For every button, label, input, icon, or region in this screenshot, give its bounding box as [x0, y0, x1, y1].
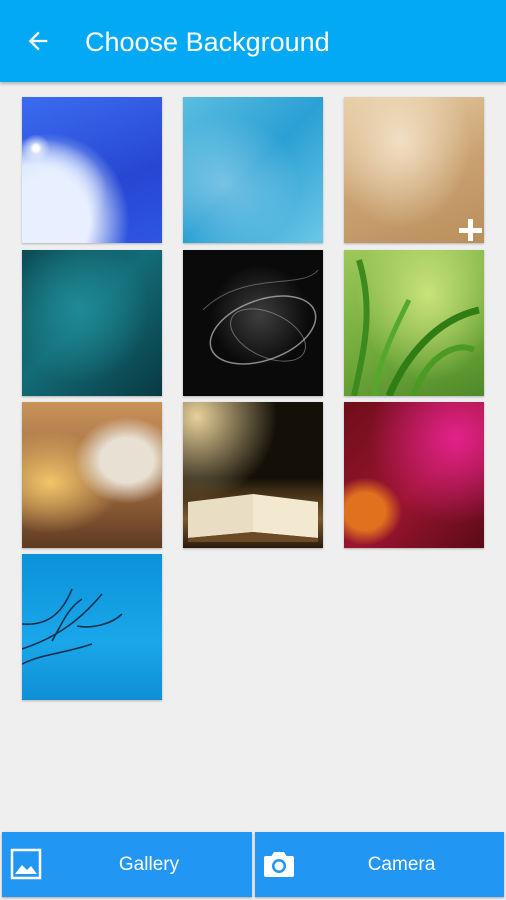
background-thumbnail[interactable]: [183, 402, 323, 548]
camera-label: Camera: [367, 854, 436, 875]
camera-button[interactable]: Camera: [255, 832, 504, 897]
page-title: Choose Background: [85, 27, 330, 57]
background-grid: [0, 0, 506, 820]
background-thumbnail[interactable]: [344, 97, 484, 243]
back-button[interactable]: [20, 23, 56, 59]
grass-blades-graphic: [351, 259, 480, 396]
app-bar: Choose Background: [0, 0, 506, 82]
background-thumbnail[interactable]: [344, 250, 484, 396]
background-thumbnail[interactable]: [22, 402, 162, 548]
background-thumbnail[interactable]: [344, 402, 484, 548]
background-thumbnail[interactable]: [183, 97, 323, 243]
gallery-button[interactable]: Gallery: [2, 832, 252, 897]
open-book-graphic: [188, 494, 318, 542]
background-thumbnail[interactable]: [22, 97, 162, 243]
background-thumbnail[interactable]: [183, 250, 323, 396]
tree-branches-graphic: [22, 588, 123, 665]
gallery-label: Gallery: [118, 854, 180, 875]
plus-icon: [459, 219, 482, 241]
background-thumbnail[interactable]: [22, 554, 162, 700]
background-thumbnail[interactable]: [22, 250, 162, 396]
arrow-left-icon: [28, 31, 48, 51]
light-swirl-graphic: [202, 269, 319, 365]
